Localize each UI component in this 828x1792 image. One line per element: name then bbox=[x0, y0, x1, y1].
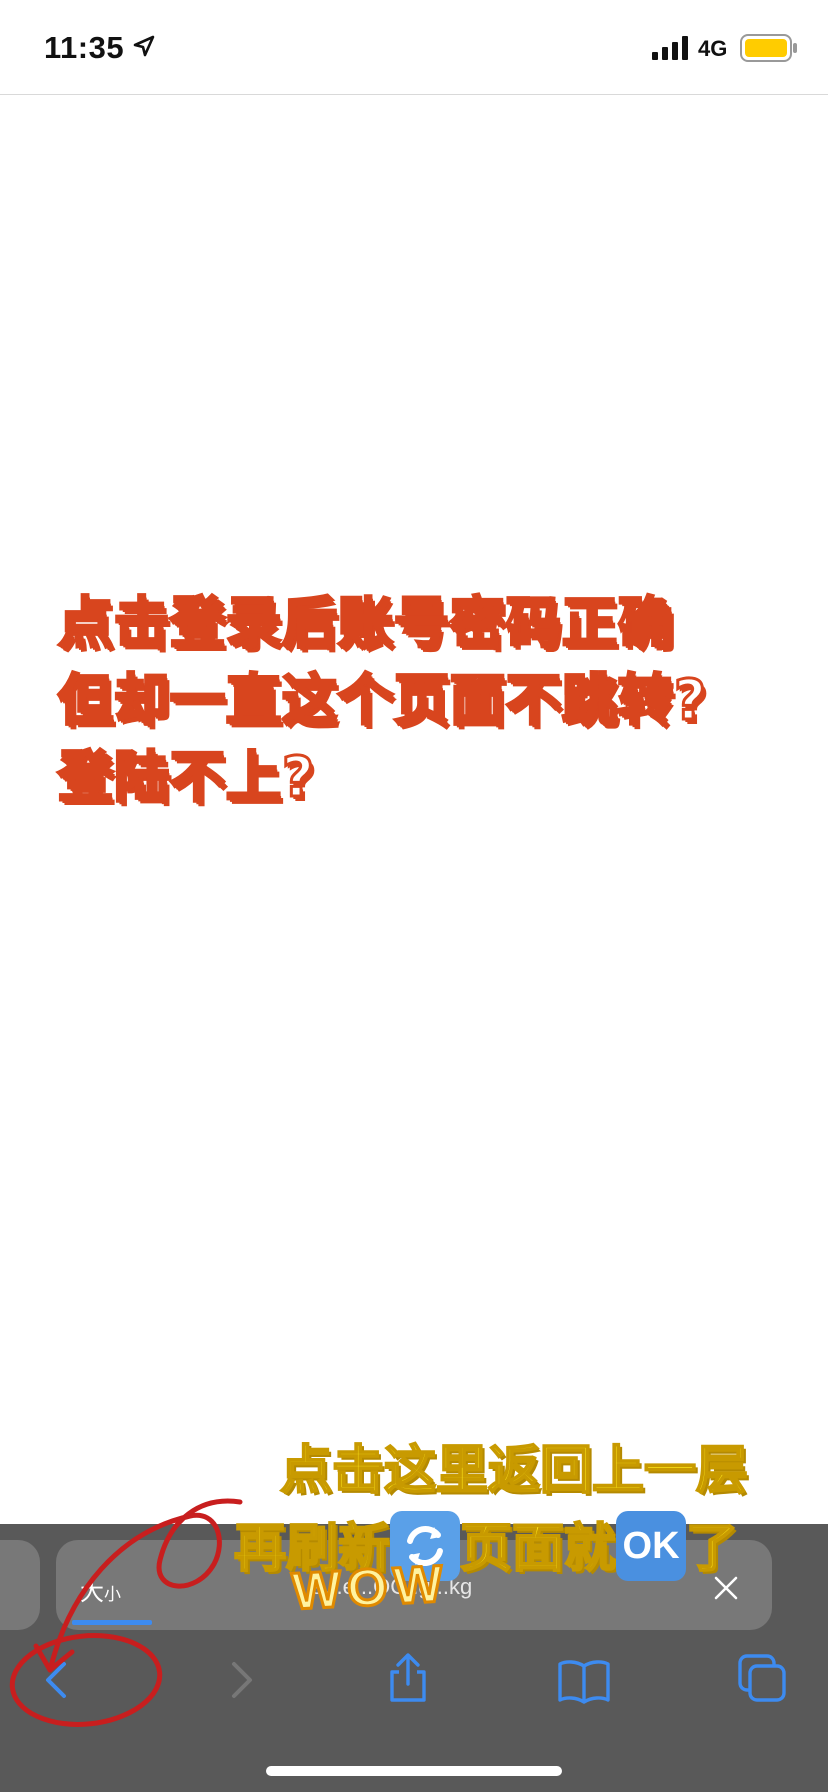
battery-icon bbox=[740, 34, 797, 62]
cellular-signal-icon bbox=[652, 36, 688, 60]
overlay-annotation-text: 点击登录后账号密码正确 但却一直这个页面不跳转? 登陆不上? bbox=[57, 585, 828, 816]
bookmarks-icon[interactable] bbox=[554, 1652, 614, 1712]
location-arrow-icon bbox=[133, 35, 155, 57]
annotation-line-2: 但却一直这个页面不跳转? bbox=[57, 667, 708, 734]
tip-line-2-part-3: 了 bbox=[685, 1518, 739, 1580]
wow-sticker: WOW bbox=[289, 1553, 451, 1622]
annotation-line-1: 点击登录后账号密码正确 bbox=[57, 590, 675, 657]
network-type: 4G bbox=[698, 36, 728, 61]
tabs-icon[interactable] bbox=[732, 1650, 792, 1710]
tip-line-2-part-2: 页面就 bbox=[459, 1518, 617, 1580]
tip-line-1: 点击这里返回上一层 bbox=[279, 1440, 749, 1502]
status-time: 11:35 bbox=[44, 30, 125, 65]
share-icon[interactable] bbox=[378, 1648, 438, 1708]
ok-emoji-icon: OK bbox=[616, 1511, 687, 1581]
annotation-line-3: 登陆不上? bbox=[57, 744, 316, 811]
home-indicator bbox=[266, 1766, 562, 1776]
status-bar: 11:35 4G bbox=[0, 0, 828, 95]
